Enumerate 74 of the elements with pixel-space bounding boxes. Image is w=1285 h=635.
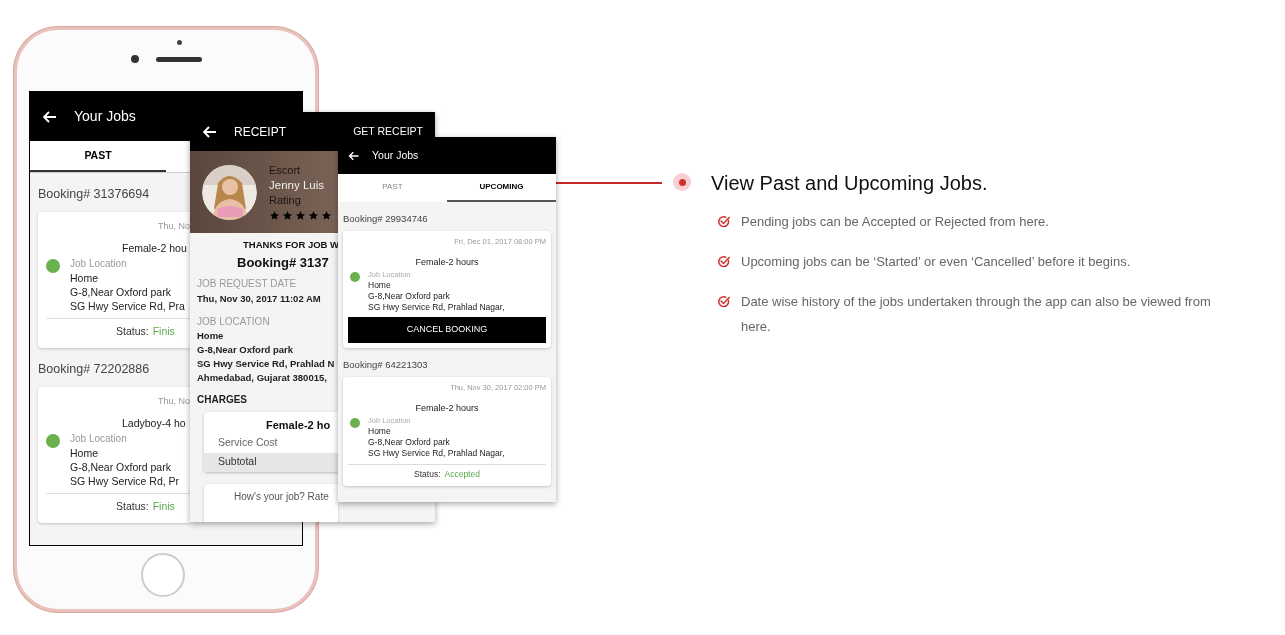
star-icon [308,210,319,221]
check-circle-icon [717,215,730,228]
status-label: Status: [116,324,149,339]
booking-number: Booking# 29934746 [343,212,428,226]
field-label: JOB LOCATION [197,315,270,328]
job-card[interactable]: Thu, No Ladyboy-4 ho Job Location Home G-8,Near Oxford park SG Hwy Service Rd, Pr Status: Finis [38,386,190,523]
address-line: SG Hwy Service Rd, Pra [70,299,185,313]
star-icon [269,210,280,221]
job-card[interactable]: Thu, No Female-2 hou Job Location Home G-8,Near Oxford park SG Hwy Service Rd, Pra Status: Finis [38,211,190,348]
tab[interactable]: PAST [338,174,447,202]
address-line: SG Hwy Service Rd, Pr [70,473,180,488]
address-line: Home [368,426,391,437]
job-service: Female-2 hours [415,401,479,415]
job-status: Finis [152,324,175,339]
feature-point: Pending jobs can be Accepted or Rejected from here. [741,213,1050,231]
job-date: Thu, No [158,219,190,233]
phone-camera [131,55,139,63]
job-service: Female-2 hours [415,255,479,269]
screen-title: Your Jobs [74,107,136,126]
status-label: Status: [414,468,441,481]
request-date: Thu, Nov 30, 2017 11:02 AM [197,292,321,305]
charge-title: Female-2 ho [266,418,331,433]
address-line: Home [197,329,224,342]
address-line: G-8,Near Oxford park [368,291,450,302]
tab[interactable]: PAST [30,141,166,172]
provider-category: Escort [269,163,301,178]
job-status: Accepted [444,468,480,481]
booking-number: Booking# 72202886 [38,360,150,378]
job-service: Ladyboy-4 ho [122,416,186,431]
charges-heading: CHARGES [197,393,247,406]
screen-title: RECEIPT [234,123,286,141]
status-label: Status: [116,498,149,514]
job-status: Finis [152,498,175,514]
rating-label: Rating [269,193,301,208]
location-label: Job Location [70,431,127,446]
field-label: JOB REQUEST DATE [197,277,297,290]
job-service: Female-2 hou [122,241,187,257]
get-receipt-button[interactable]: GET RECEIPT [353,123,423,140]
check-circle-icon [717,295,730,308]
star-icon [321,210,332,221]
star-icon [295,210,306,221]
location-label: Job Location [70,257,127,271]
screen-title: Your Jobs [372,147,419,163]
booking-number: Booking# 64221303 [343,358,428,372]
booking-number: Booking# 31376694 [38,186,150,203]
check-circle-icon [717,255,730,268]
star-icon [282,210,293,221]
feature-title: View Past and Upcoming Jobs. [711,171,989,195]
address-line: G-8,Near Oxford park [70,285,171,299]
back-arrow-icon[interactable] [348,149,360,162]
tab[interactable]: UPCOMING [447,174,556,202]
provider-name: Jenny Luis [269,178,324,193]
cancel-booking-button[interactable]: CANCEL BOOKING [348,317,546,343]
back-arrow-icon[interactable] [202,123,218,140]
job-date: Thu, No [158,394,190,408]
address-line: G-8,Near Oxford park [197,343,294,356]
back-arrow-icon[interactable] [42,108,58,125]
rate-prompt: How's your job? Rate [234,489,329,504]
address-line: G-8,Near Oxford park [368,437,450,448]
address-line: SG Hwy Service Rd, Prahlad Nagar, [368,302,505,313]
address-line: G-8,Near Oxford park [70,459,171,474]
charge-row: Subtotal [204,452,338,472]
feature-point: Upcoming jobs can be ‘Started’ or even ‘Cancelled’ before it begins. [741,253,1132,271]
address-line: Ahmedabad, Gujarat 380015, [197,371,327,384]
address-line: Home [70,445,98,460]
address-line: Home [368,280,391,291]
charge-row-text: Service Cost [217,435,279,451]
phone-sensor [177,40,182,45]
address-line: Home [70,271,98,285]
phone-speaker [156,57,202,62]
address-line: SG Hwy Service Rd, Prahlad N [197,357,335,370]
address-line: SG Hwy Service Rd, Prahlad Nagar, [368,448,505,459]
feature-point: Date wise history of the jobs undertaken through the app can also be viewed from here. [741,293,1212,336]
booking-number: Booking# 3137 [237,255,329,271]
